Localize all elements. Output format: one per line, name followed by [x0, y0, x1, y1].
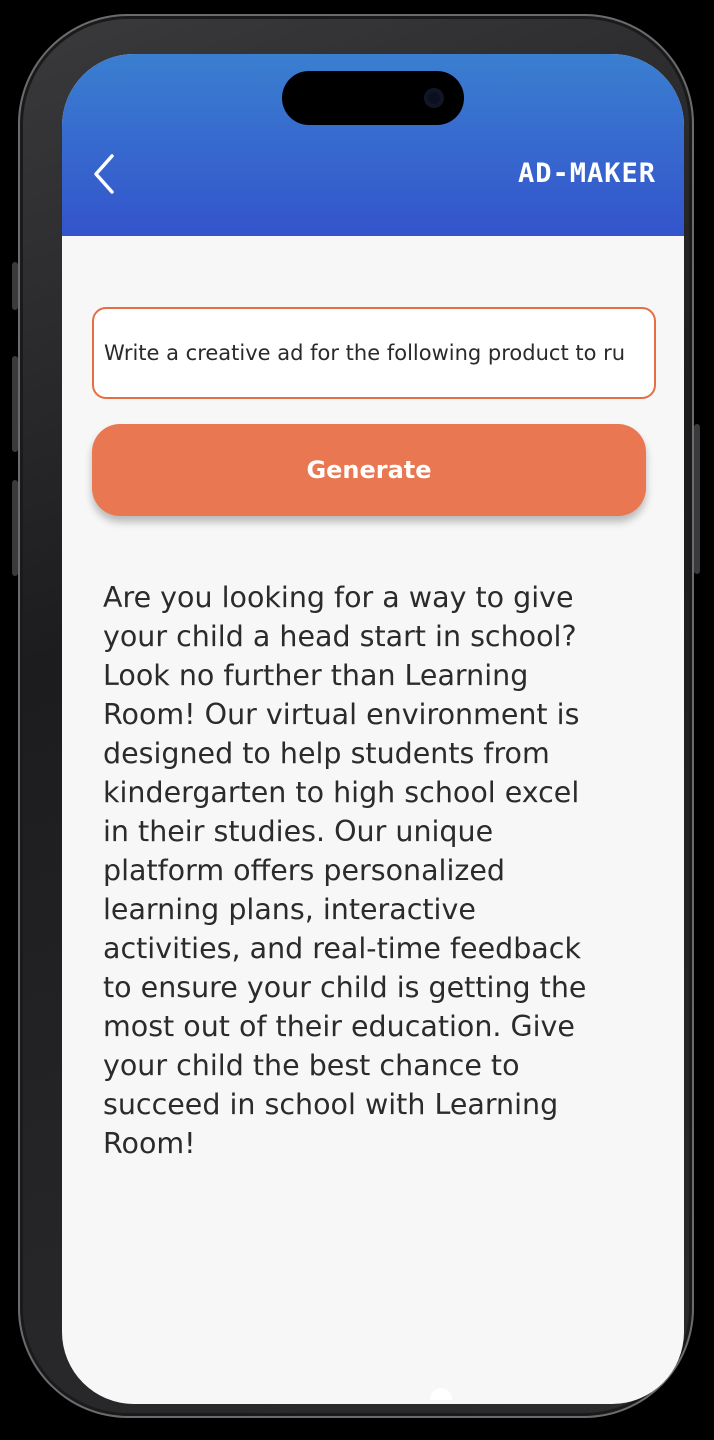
back-button[interactable] — [86, 150, 126, 198]
phone-frame: AD-MAKER Generate Are you looking for a … — [18, 14, 694, 1418]
dynamic-island — [282, 71, 464, 125]
prompt-input[interactable] — [92, 307, 656, 399]
camera-icon — [424, 88, 444, 108]
app-header: AD-MAKER — [62, 54, 684, 236]
generate-button[interactable]: Generate — [92, 424, 646, 516]
phone-screen: AD-MAKER Generate Are you looking for a … — [62, 54, 684, 1404]
chevron-left-icon — [94, 154, 114, 194]
power-button — [694, 424, 700, 574]
app-title: AD-MAKER — [517, 158, 656, 189]
generated-ad-text: Are you looking for a way to give your c… — [103, 581, 587, 1160]
home-indicator — [430, 1388, 452, 1400]
